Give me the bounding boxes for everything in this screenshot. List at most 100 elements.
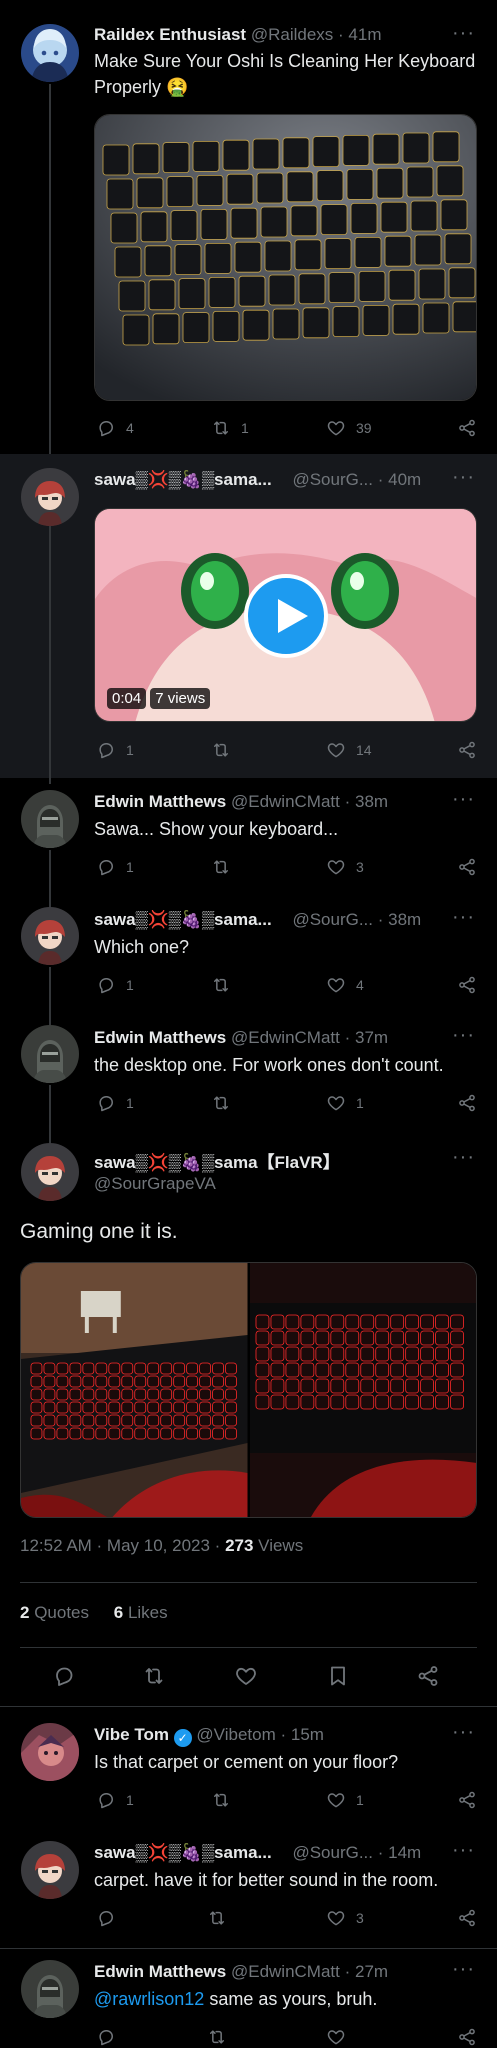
avatar[interactable]	[21, 1841, 79, 1899]
share-button[interactable]	[457, 740, 477, 760]
reply-button[interactable]: 4	[96, 418, 134, 438]
display-name[interactable]: sawa▒💢▒🍇▒sama...	[94, 470, 272, 489]
display-name[interactable]: Edwin Matthews	[94, 1962, 226, 1981]
post-header: sawa▒💢▒🍇▒sama... @SourG... · 40m	[94, 470, 422, 489]
mention-link[interactable]: @rawrlison12	[94, 1989, 204, 2009]
avatar[interactable]	[21, 790, 79, 848]
share-button[interactable]	[457, 2027, 477, 2047]
more-icon[interactable]: ···	[452, 788, 475, 811]
post-actions: 1 14	[96, 740, 477, 762]
share-button[interactable]	[457, 1908, 477, 1928]
handle[interactable]: @SourG...	[292, 1843, 373, 1862]
handle[interactable]: @SourG...	[292, 470, 373, 489]
timestamp[interactable]: 15m	[291, 1725, 324, 1744]
repost-button[interactable]: 1	[211, 418, 249, 438]
more-icon[interactable]: ···	[452, 1146, 475, 1169]
handle[interactable]: @Vibetom	[196, 1725, 275, 1744]
repost-button[interactable]	[211, 857, 241, 877]
share-icon	[457, 740, 477, 760]
avatar[interactable]	[21, 468, 79, 526]
post-text: @rawrlison12 same as yours, bruh.	[94, 1989, 378, 2009]
timestamp[interactable]: 27m	[355, 1962, 388, 1981]
keyboard-photo	[95, 115, 476, 400]
keyboard-photo-left[interactable]	[21, 1263, 248, 1517]
handle[interactable]: @SourGrapeVA	[94, 1174, 216, 1194]
reply-button[interactable]: 1	[96, 857, 134, 877]
display-name[interactable]: sawa▒💢▒🍇▒sama...	[94, 910, 272, 929]
handle[interactable]: @EdwinCMatt	[231, 1028, 340, 1047]
share-icon	[457, 418, 477, 438]
quotes-link[interactable]: 2 Quotes	[20, 1603, 89, 1622]
reply-icon	[96, 857, 116, 877]
like-button[interactable]: 1	[326, 1093, 364, 1113]
timestamp[interactable]: 40m	[388, 470, 421, 489]
more-icon[interactable]: ···	[452, 1958, 475, 1981]
timestamp[interactable]: 41m	[348, 25, 381, 44]
likes-link[interactable]: 6 Likes	[114, 1603, 168, 1622]
handle[interactable]: @EdwinCMatt	[231, 792, 340, 811]
reply-icon[interactable]	[52, 1664, 76, 1688]
more-icon[interactable]: ···	[452, 1839, 475, 1862]
reply-button[interactable]: 1	[96, 975, 134, 995]
more-icon[interactable]: ···	[452, 1024, 475, 1047]
keyboard-photo-right[interactable]	[249, 1263, 476, 1517]
display-name[interactable]: sawa▒💢▒🍇▒sama【FlaVR】	[94, 1148, 340, 1173]
handle[interactable]: @Raildexs	[251, 25, 333, 44]
like-button[interactable]: 3	[326, 857, 364, 877]
like-icon[interactable]	[234, 1664, 258, 1688]
views-count: 273	[225, 1536, 254, 1555]
avatar[interactable]	[21, 1960, 79, 2018]
display-name[interactable]: Raildex Enthusiast	[94, 25, 246, 44]
like-button[interactable]: 1	[326, 1790, 364, 1810]
handle[interactable]: @SourG...	[292, 910, 373, 929]
avatar[interactable]	[21, 1025, 79, 1083]
play-icon[interactable]	[244, 574, 328, 658]
avatar[interactable]	[21, 1723, 79, 1781]
display-name[interactable]: sawa▒💢▒🍇▒sama...	[94, 1843, 272, 1862]
share-button[interactable]	[457, 1093, 477, 1113]
share-button[interactable]	[457, 1790, 477, 1810]
timestamp[interactable]: 38m	[388, 910, 421, 929]
repost-button[interactable]	[211, 1790, 241, 1810]
reply-button[interactable]: 1	[96, 1093, 134, 1113]
avatar[interactable]	[21, 1143, 79, 1201]
like-button[interactable]: 3	[326, 1908, 364, 1928]
video-duration: 0:04	[107, 688, 147, 709]
repost-button[interactable]	[211, 1093, 241, 1113]
like-button[interactable]	[326, 2027, 356, 2047]
timestamp[interactable]: 14m	[388, 1843, 421, 1862]
like-button[interactable]: 4	[326, 975, 364, 995]
video-player[interactable]: 0:04 7 views	[94, 508, 477, 722]
repost-button[interactable]	[211, 740, 241, 760]
reply-button[interactable]	[96, 1908, 126, 1928]
post-timestamp[interactable]: 12:52 AM · May 10, 2023 ·	[20, 1536, 225, 1555]
reply-button[interactable]	[96, 2027, 126, 2047]
share-icon[interactable]	[416, 1664, 440, 1688]
display-name[interactable]: Vibe Tom	[94, 1725, 169, 1744]
reply-button[interactable]: 1	[96, 1790, 134, 1810]
share-button[interactable]	[457, 418, 477, 438]
more-icon[interactable]: ···	[452, 466, 475, 489]
more-icon[interactable]: ···	[452, 906, 475, 929]
repost-button[interactable]	[207, 2027, 237, 2047]
timestamp[interactable]: 38m	[355, 792, 388, 811]
timestamp[interactable]: 37m	[355, 1028, 388, 1047]
like-button[interactable]: 14	[326, 740, 372, 760]
keyboard-image[interactable]	[94, 114, 477, 401]
reply-button[interactable]: 1	[96, 740, 134, 760]
share-button[interactable]	[457, 857, 477, 877]
avatar[interactable]	[21, 24, 79, 82]
like-button[interactable]: 39	[326, 418, 372, 438]
avatar[interactable]	[21, 907, 79, 965]
more-icon[interactable]: ···	[452, 22, 475, 45]
display-name[interactable]: Edwin Matthews	[94, 1028, 226, 1047]
more-icon[interactable]: ···	[452, 1721, 475, 1744]
repost-icon[interactable]	[142, 1664, 166, 1688]
share-button[interactable]	[457, 975, 477, 995]
repost-button[interactable]	[207, 1908, 237, 1928]
display-name[interactable]: Edwin Matthews	[94, 792, 226, 811]
bookmark-icon[interactable]	[326, 1664, 350, 1688]
post-actions: 4 1 39	[96, 418, 477, 440]
handle[interactable]: @EdwinCMatt	[231, 1962, 340, 1981]
repost-button[interactable]	[211, 975, 241, 995]
